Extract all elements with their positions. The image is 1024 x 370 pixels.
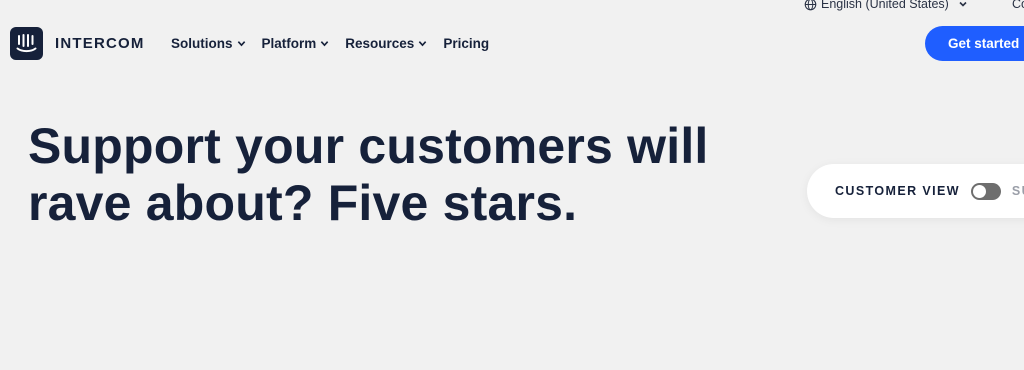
nav-item-solutions[interactable]: Solutions — [171, 36, 246, 51]
nav-item-label: Resources — [345, 35, 415, 51]
nav-item-platform[interactable]: Platform — [262, 36, 330, 51]
nav-item-label: Platform — [261, 35, 317, 51]
main-nav: Solutions Platform Resources Pricing — [171, 25, 489, 61]
nav-item-pricing[interactable]: Pricing — [443, 36, 489, 51]
contact-link[interactable]: Co — [1012, 0, 1024, 11]
logo-text: INTERCOM — [55, 34, 145, 52]
chevron-down-icon — [321, 40, 329, 46]
hero-title-line-1: Support your customers will — [28, 118, 709, 174]
support-view-label: SU — [1011, 184, 1024, 198]
view-toggle-switch[interactable] — [970, 182, 1001, 200]
language-selector[interactable]: English (United States) — [804, 0, 968, 11]
intercom-logo-icon — [10, 26, 43, 60]
logo[interactable]: INTERCOM — [10, 26, 145, 60]
chevron-down-icon — [959, 1, 967, 7]
globe-icon — [804, 0, 817, 10]
get-started-button[interactable]: Get started — [925, 26, 1024, 61]
toggle-knob — [972, 184, 986, 198]
nav-item-label: Solutions — [171, 35, 233, 51]
site-header: INTERCOM — [10, 25, 145, 61]
hero-title-line-2: rave about? Five stars. — [28, 175, 578, 231]
language-label: English (United States) — [821, 0, 949, 11]
customer-view-label: CUSTOMER VIEW — [835, 184, 960, 198]
chevron-down-icon — [237, 40, 245, 46]
nav-item-label: Pricing — [443, 35, 490, 51]
nav-item-resources[interactable]: Resources — [345, 36, 427, 51]
view-toggle-card: CUSTOMER VIEW SU — [807, 164, 1024, 218]
chevron-down-icon — [419, 40, 427, 46]
hero-title: Support your customers will rave about? … — [28, 118, 788, 232]
